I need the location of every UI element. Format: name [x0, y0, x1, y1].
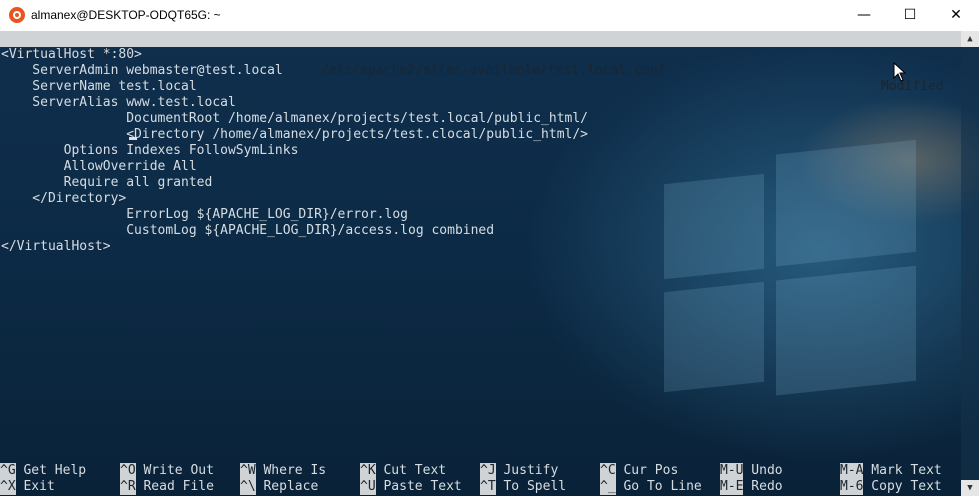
- scrollbar[interactable]: [961, 31, 979, 496]
- editor-line: </Directory>: [1, 191, 127, 206]
- editor-area[interactable]: <VirtualHost *:80> ServerAdmin webmaster…: [1, 47, 959, 255]
- shortcut-replace[interactable]: ^\ Replace: [240, 479, 318, 495]
- editor-line: </VirtualHost>: [1, 239, 111, 254]
- ubuntu-icon: [9, 7, 25, 23]
- shortcut-to-spell[interactable]: ^T To Spell: [480, 479, 566, 495]
- shortcut-write-out[interactable]: ^O Write Out: [120, 463, 214, 479]
- editor-line: ServerName test.local: [1, 79, 197, 94]
- editor-line: DocumentRoot /home/almanex/projects/test…: [1, 111, 588, 126]
- shortcut-cut-text[interactable]: ^K Cut Text: [360, 463, 446, 479]
- window-title: almanex@DESKTOP-ODQT65G: ~: [31, 8, 221, 22]
- shortcut-read-file[interactable]: ^R Read File: [120, 479, 214, 495]
- shortcut-justify[interactable]: ^J Justify: [480, 463, 558, 479]
- editor-line: ServerAlias www.test.local: [1, 95, 236, 110]
- mouse-pointer-icon: [893, 62, 907, 82]
- shortcut-undo[interactable]: M-U Undo: [720, 463, 783, 479]
- editor-line: ServerAdmin webmaster@test.local: [1, 63, 283, 78]
- shortcut-copy-text[interactable]: M-6 Copy Text: [840, 479, 942, 495]
- editor-line: Require all granted: [1, 175, 213, 190]
- editor-line: CustomLog ${APACHE_LOG_DIR}/access.log c…: [1, 223, 495, 238]
- editor-line: AllowOverride All: [1, 159, 197, 174]
- nano-header-bar: GNU nano 4.8 /etc/apache2/sites-availabl…: [0, 31, 961, 94]
- window-titlebar: almanex@DESKTOP-ODQT65G: ~ — ☐ ✕: [0, 0, 979, 31]
- shortcut-bar: ^G Get Help ^O Write Out ^W Where Is ^K …: [0, 463, 961, 495]
- editor-line: ErrorLog ${APACHE_LOG_DIR}/error.log: [1, 207, 408, 222]
- scroll-down-arrow-icon[interactable]: ▼: [961, 480, 979, 496]
- editor-line: <VirtualHost *:80>: [1, 47, 142, 62]
- scroll-up-arrow-icon[interactable]: ▲: [961, 31, 979, 47]
- shortcut-paste-text[interactable]: ^U Paste Text: [360, 479, 462, 495]
- text-cursor: [129, 137, 137, 140]
- editor-line: <Directory /home/almanex/projects/test.c…: [1, 127, 588, 142]
- shortcut-exit[interactable]: ^X Exit: [0, 479, 55, 495]
- shortcut-redo[interactable]: M-E Redo: [720, 479, 783, 495]
- shortcut-mark-text[interactable]: M-A Mark Text: [840, 463, 942, 479]
- shortcut-cur-pos[interactable]: ^C Cur Pos: [600, 463, 678, 479]
- shortcut-go-to-line[interactable]: ^_ Go To Line: [600, 479, 702, 495]
- minimize-button[interactable]: —: [841, 0, 887, 31]
- shortcut-where-is[interactable]: ^W Where Is: [240, 463, 326, 479]
- editor-line: Options Indexes FollowSymLinks: [1, 143, 299, 158]
- close-button[interactable]: ✕: [933, 0, 979, 31]
- maximize-button[interactable]: ☐: [887, 0, 933, 31]
- shortcut-get-help[interactable]: ^G Get Help: [0, 463, 86, 479]
